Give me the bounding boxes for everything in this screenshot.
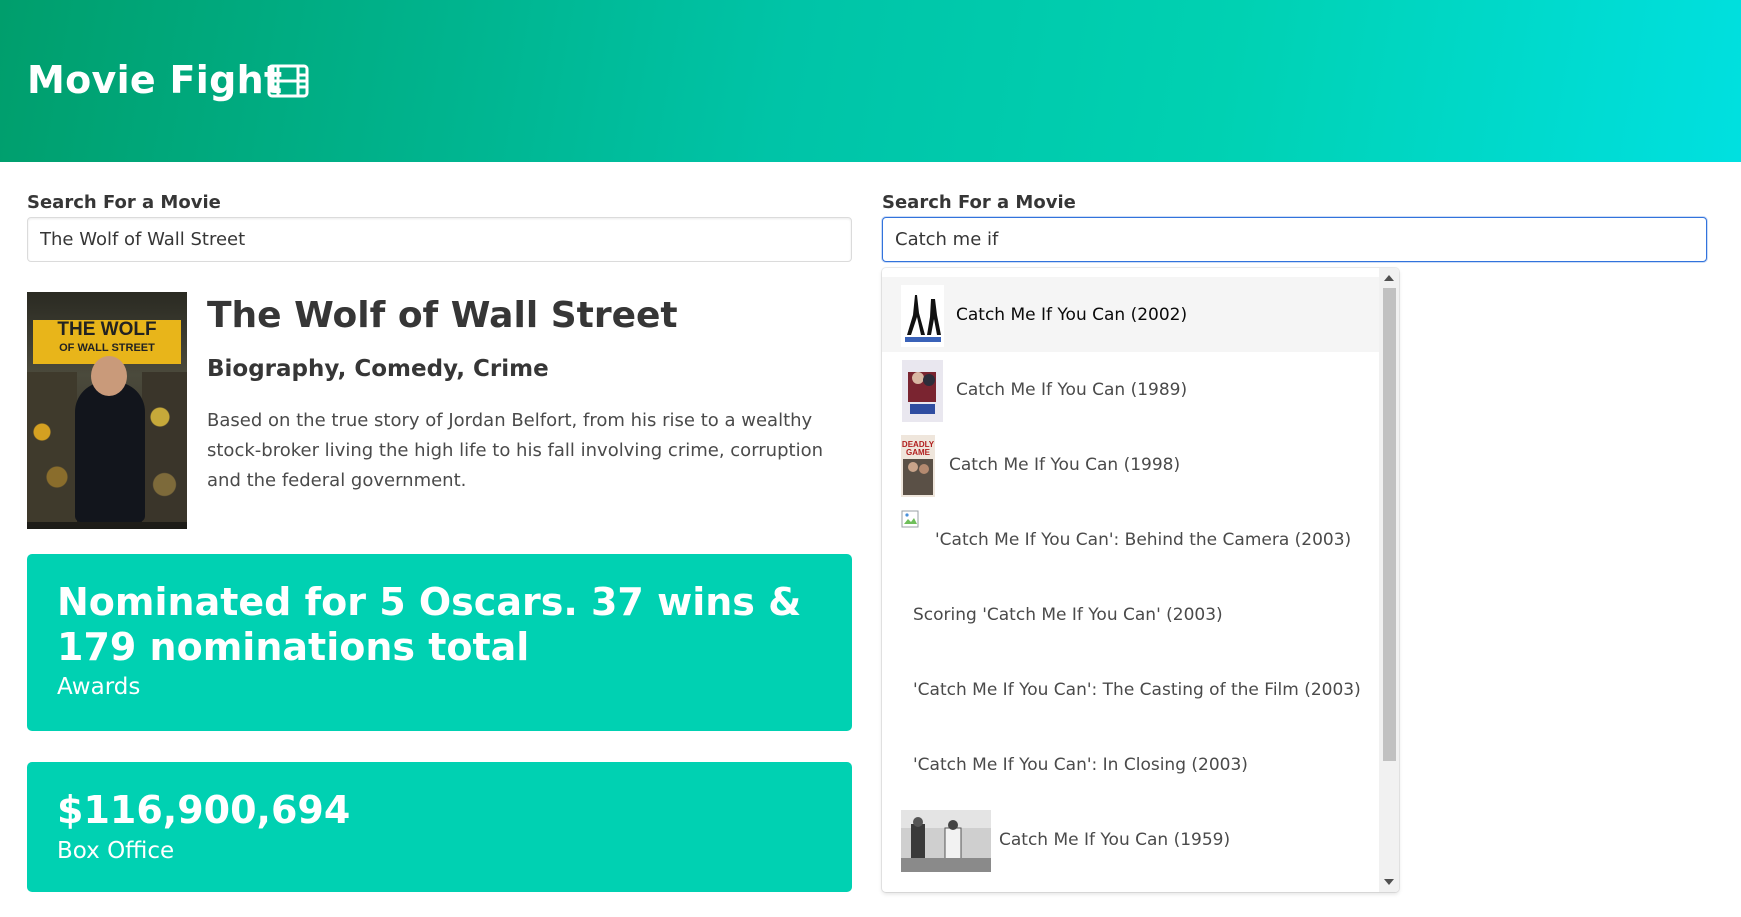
result-item[interactable]: 'Catch Me If You Can': In Closing (2003) <box>882 727 1379 802</box>
result-label: Catch Me If You Can (1998) <box>949 455 1181 475</box>
results-list: Catch Me If You Can (2002) Catch Me If Y… <box>882 277 1379 877</box>
poster-head <box>91 356 127 396</box>
scroll-down-arrow-icon[interactable] <box>1384 879 1394 885</box>
movie-genre: Biography, Comedy, Crime <box>207 356 549 382</box>
left-search-label: Search For a Movie <box>27 192 221 213</box>
scrollbar-thumb[interactable] <box>1383 288 1396 761</box>
box-office-value: $116,900,694 <box>57 788 351 832</box>
result-item[interactable]: DEADLY GAME Catch Me If You Can (1998) <box>882 427 1379 502</box>
result-label: Scoring 'Catch Me If You Can' (2003) <box>913 605 1223 625</box>
result-thumbnail: DEADLY GAME <box>901 435 935 497</box>
awards-card: Nominated for 5 Oscars. 37 wins & 179 no… <box>27 554 852 731</box>
awards-value: Nominated for 5 Oscars. 37 wins & 179 no… <box>57 580 802 669</box>
result-item[interactable]: Catch Me If You Can (1989) <box>882 352 1379 427</box>
result-item[interactable]: Catch Me If You Can (1959) <box>882 802 1379 877</box>
poster-figure <box>75 382 145 522</box>
right-search-label: Search For a Movie <box>882 192 1076 213</box>
result-label: Catch Me If You Can (1989) <box>956 380 1188 400</box>
search-results-dropdown[interactable]: Catch Me If You Can (2002) Catch Me If Y… <box>882 268 1399 892</box>
hero-header: Movie Fight <box>0 0 1741 162</box>
box-office-card: $116,900,694 Box Office <box>27 762 852 892</box>
poster-title-line1: THE WOLF <box>57 319 157 340</box>
poster-title-line2: OF WALL STREET <box>59 342 155 354</box>
movie-poster: THE WOLF OF WALL STREET <box>27 292 187 529</box>
awards-caption: Awards <box>57 674 141 700</box>
broken-image-icon <box>901 510 919 528</box>
result-thumbnail <box>902 360 943 422</box>
result-label: 'Catch Me If You Can': In Closing (2003) <box>913 755 1248 775</box>
poster-crowd-right <box>142 372 187 522</box>
app-title: Movie Fight <box>27 58 283 102</box>
result-item[interactable]: Scoring 'Catch Me If You Can' (2003) <box>882 577 1379 652</box>
right-search-input[interactable] <box>882 217 1707 262</box>
result-item[interactable]: 'Catch Me If You Can': Behind the Camera… <box>882 502 1379 577</box>
film-icon <box>267 64 309 98</box>
result-label: 'Catch Me If You Can': Behind the Camera… <box>935 530 1352 550</box>
poster-crowd-left <box>27 372 77 522</box>
svg-text:GAME: GAME <box>906 448 931 457</box>
box-office-caption: Box Office <box>57 838 175 864</box>
movie-plot: Based on the true story of Jordan Belfor… <box>207 410 823 491</box>
left-search-input[interactable] <box>27 217 852 262</box>
scroll-up-arrow-icon[interactable] <box>1384 275 1394 281</box>
result-item[interactable]: Catch Me If You Can (2002) <box>882 277 1379 352</box>
result-thumbnail <box>901 285 944 347</box>
result-label: 'Catch Me If You Can': The Casting of th… <box>913 680 1361 700</box>
result-label: Catch Me If You Can (2002) <box>956 305 1188 325</box>
dropdown-scrollbar[interactable] <box>1379 268 1399 892</box>
result-thumbnail <box>901 810 991 872</box>
result-item[interactable]: 'Catch Me If You Can': The Casting of th… <box>882 652 1379 727</box>
result-label: Catch Me If You Can (1959) <box>999 830 1231 850</box>
movie-title: The Wolf of Wall Street <box>207 295 678 336</box>
